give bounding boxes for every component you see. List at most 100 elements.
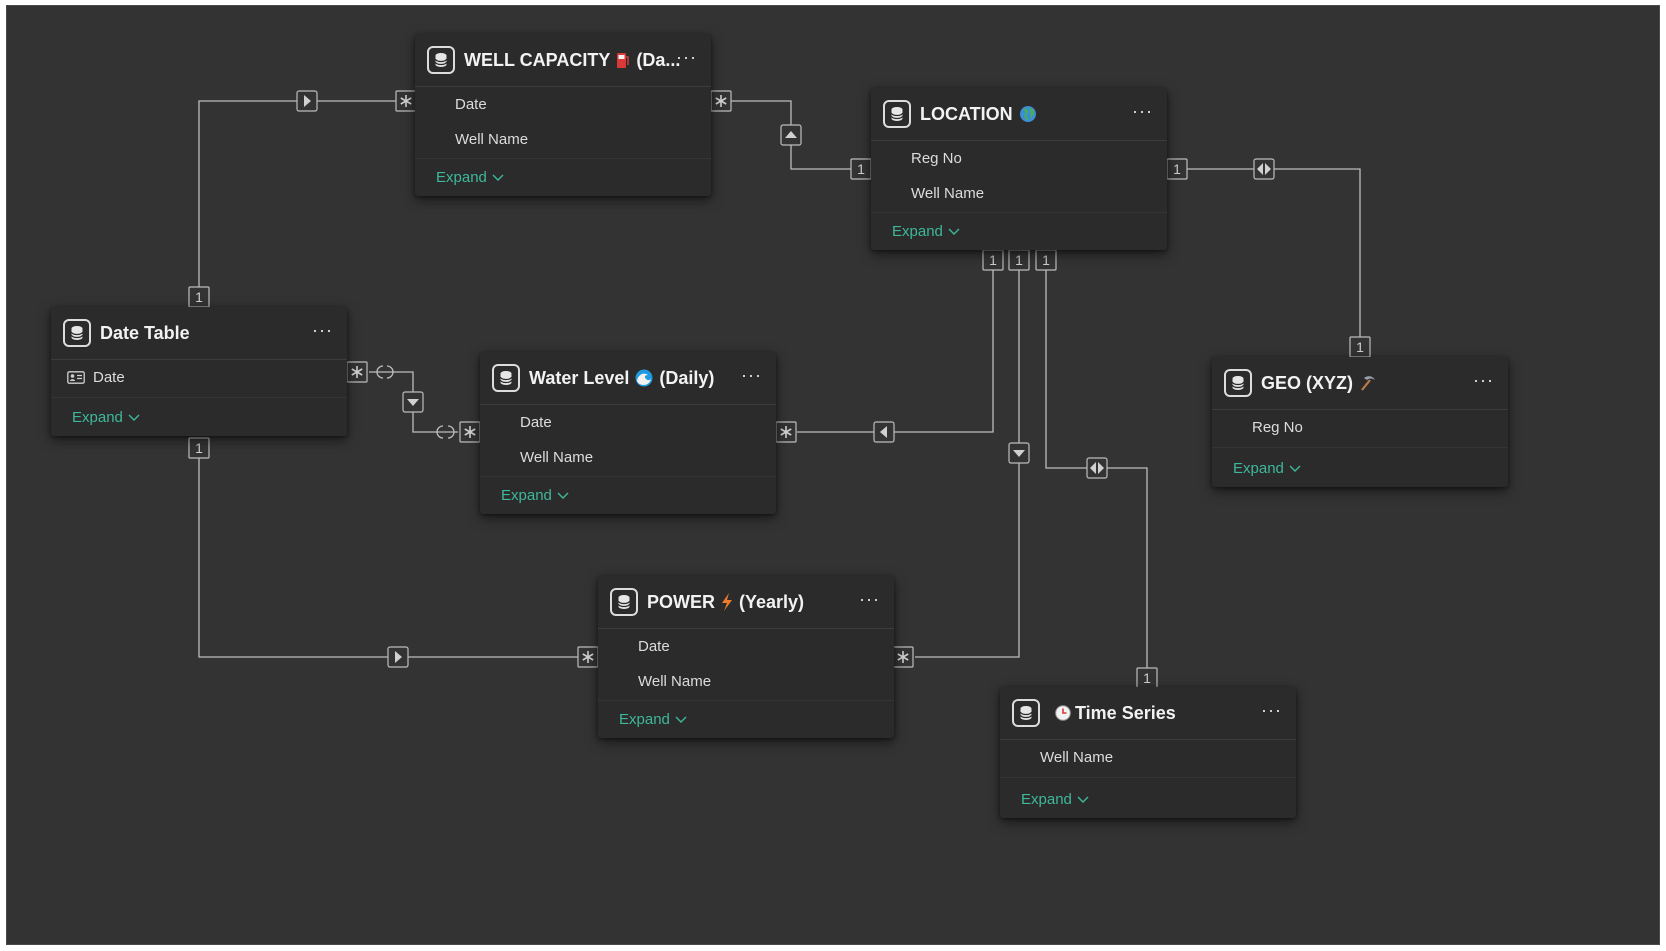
- table-title: LOCATION: [920, 104, 1043, 125]
- one-marker: 1: [1008, 249, 1030, 271]
- more-options-icon[interactable]: ···: [312, 320, 333, 341]
- more-options-icon[interactable]: ···: [676, 47, 697, 68]
- one-marker: 1: [1166, 158, 1188, 180]
- table-title-text: WELL CAPACITY: [464, 49, 611, 70]
- table-header[interactable]: WELL CAPACITY (Da... ···: [415, 34, 711, 87]
- rel-line-location-geo[interactable]: [1187, 168, 1361, 341]
- table-card-water-level[interactable]: Water Level (Daily) ··· Date Well Name E…: [480, 352, 776, 514]
- table-header[interactable]: LOCATION ···: [871, 88, 1167, 141]
- divider: [871, 212, 1167, 213]
- table-title-text: Water Level: [529, 367, 630, 388]
- expand-button[interactable]: Expand: [501, 487, 569, 504]
- table-title-suffix: (Da...: [636, 49, 681, 70]
- field-row[interactable]: Well Name: [480, 440, 776, 475]
- more-options-icon[interactable]: ···: [1261, 700, 1282, 721]
- field-name: Well Name: [455, 131, 529, 148]
- table-title-suffix: (Yearly): [739, 591, 805, 612]
- rel-line-location-power[interactable]: [915, 270, 1020, 658]
- arrow-up-icon[interactable]: [780, 124, 802, 146]
- database-icon: [63, 319, 91, 347]
- arrow-both-icon[interactable]: [1086, 457, 1108, 479]
- field-row[interactable]: Date: [598, 629, 894, 664]
- table-card-date-table[interactable]: Date Table ··· Date Expand: [51, 307, 347, 436]
- table-title-text: GEO (XYZ): [1261, 372, 1354, 393]
- svg-text:1: 1: [195, 289, 203, 305]
- table-header[interactable]: Water Level (Daily) ···: [480, 352, 776, 405]
- rel-line-date-wellcap[interactable]: [198, 100, 405, 291]
- svg-text:1: 1: [1143, 670, 1151, 686]
- field-row[interactable]: Date: [415, 87, 711, 122]
- table-header[interactable]: Date Table ···: [51, 307, 347, 360]
- field-row[interactable]: Well Name: [871, 176, 1167, 211]
- chevron-down-icon: [675, 716, 687, 723]
- table-title: Water Level (Daily): [529, 368, 714, 389]
- field-row[interactable]: Date: [51, 360, 347, 395]
- table-title-text: Date Table: [100, 322, 190, 343]
- field-row[interactable]: Reg No: [871, 141, 1167, 176]
- table-header[interactable]: GEO (XYZ) ···: [1212, 357, 1508, 410]
- table-card-time-series[interactable]: Time Series ··· Well Name Expand: [1000, 687, 1296, 818]
- field-row[interactable]: Date: [480, 405, 776, 440]
- field-name: Reg No: [1252, 419, 1303, 436]
- table-title-suffix: (Daily): [659, 367, 715, 388]
- table-title-text: Time Series: [1075, 702, 1176, 723]
- divider: [598, 700, 894, 701]
- arrow-right-icon[interactable]: [296, 90, 318, 112]
- expand-button[interactable]: Expand: [436, 169, 504, 186]
- database-icon: [883, 100, 911, 128]
- svg-text:1: 1: [1173, 161, 1181, 177]
- table-header[interactable]: POWER (Yearly) ···: [598, 576, 894, 629]
- many-marker: [459, 421, 481, 443]
- more-options-icon[interactable]: ···: [1132, 101, 1153, 122]
- database-icon: [610, 588, 638, 616]
- model-canvas[interactable]: 1 1 1 1 1 1 1 1 1 WELL CAPACITY (Da... ·…: [6, 5, 1660, 945]
- expand-button[interactable]: Expand: [72, 409, 140, 426]
- one-marker: 1: [1349, 336, 1371, 358]
- expand-label: Expand: [619, 711, 670, 728]
- expand-button[interactable]: Expand: [619, 711, 687, 728]
- expand-label: Expand: [436, 169, 487, 186]
- chevron-down-icon: [128, 414, 140, 421]
- field-row[interactable]: Well Name: [1000, 740, 1296, 775]
- chevron-down-icon: [492, 174, 504, 181]
- table-card-power[interactable]: POWER (Yearly) ··· Date Well Name Expand: [598, 576, 894, 738]
- database-icon: [492, 364, 520, 392]
- svg-text:1: 1: [857, 161, 865, 177]
- many-marker: [346, 361, 368, 383]
- field-row[interactable]: Well Name: [415, 122, 711, 157]
- more-options-icon[interactable]: ···: [1473, 370, 1494, 391]
- svg-text:1: 1: [195, 440, 203, 456]
- svg-text:1: 1: [1042, 252, 1050, 268]
- rel-line-location-water[interactable]: [797, 270, 994, 433]
- chevron-down-icon: [948, 228, 960, 235]
- chevron-down-icon: [1289, 465, 1301, 472]
- many-marker: [395, 90, 417, 112]
- expand-button[interactable]: Expand: [892, 223, 960, 240]
- arrow-down-icon[interactable]: [402, 391, 424, 413]
- expand-button[interactable]: Expand: [1233, 460, 1301, 477]
- table-card-well-capacity[interactable]: WELL CAPACITY (Da... ··· Date Well Name …: [415, 34, 711, 196]
- more-options-icon[interactable]: ···: [741, 365, 762, 386]
- clock-icon: [1055, 705, 1071, 721]
- arrow-right-icon[interactable]: [387, 646, 409, 668]
- table-header[interactable]: Time Series ···: [1000, 687, 1296, 740]
- fuel-pump-icon: [616, 51, 630, 69]
- many-marker: [710, 90, 732, 112]
- table-title-text: LOCATION: [920, 103, 1013, 124]
- table-card-geo[interactable]: GEO (XYZ) ··· Reg No Expand: [1212, 357, 1508, 487]
- field-name: Well Name: [911, 185, 985, 202]
- field-name: Date: [520, 414, 552, 431]
- svg-text:1: 1: [1015, 252, 1023, 268]
- arrow-both-icon[interactable]: [1253, 158, 1275, 180]
- more-options-icon[interactable]: ···: [859, 589, 880, 610]
- many-marker: [775, 421, 797, 443]
- arrow-down-icon[interactable]: [1008, 442, 1030, 464]
- field-row[interactable]: Reg No: [1212, 410, 1508, 445]
- field-name: Well Name: [1040, 749, 1114, 766]
- table-card-location[interactable]: LOCATION ··· Reg No Well Name Expand: [871, 88, 1167, 250]
- field-row[interactable]: Well Name: [598, 664, 894, 699]
- arrow-left-icon[interactable]: [873, 421, 895, 443]
- expand-button[interactable]: Expand: [1021, 791, 1089, 808]
- globe-icon: [1019, 105, 1037, 123]
- database-icon: [1224, 369, 1252, 397]
